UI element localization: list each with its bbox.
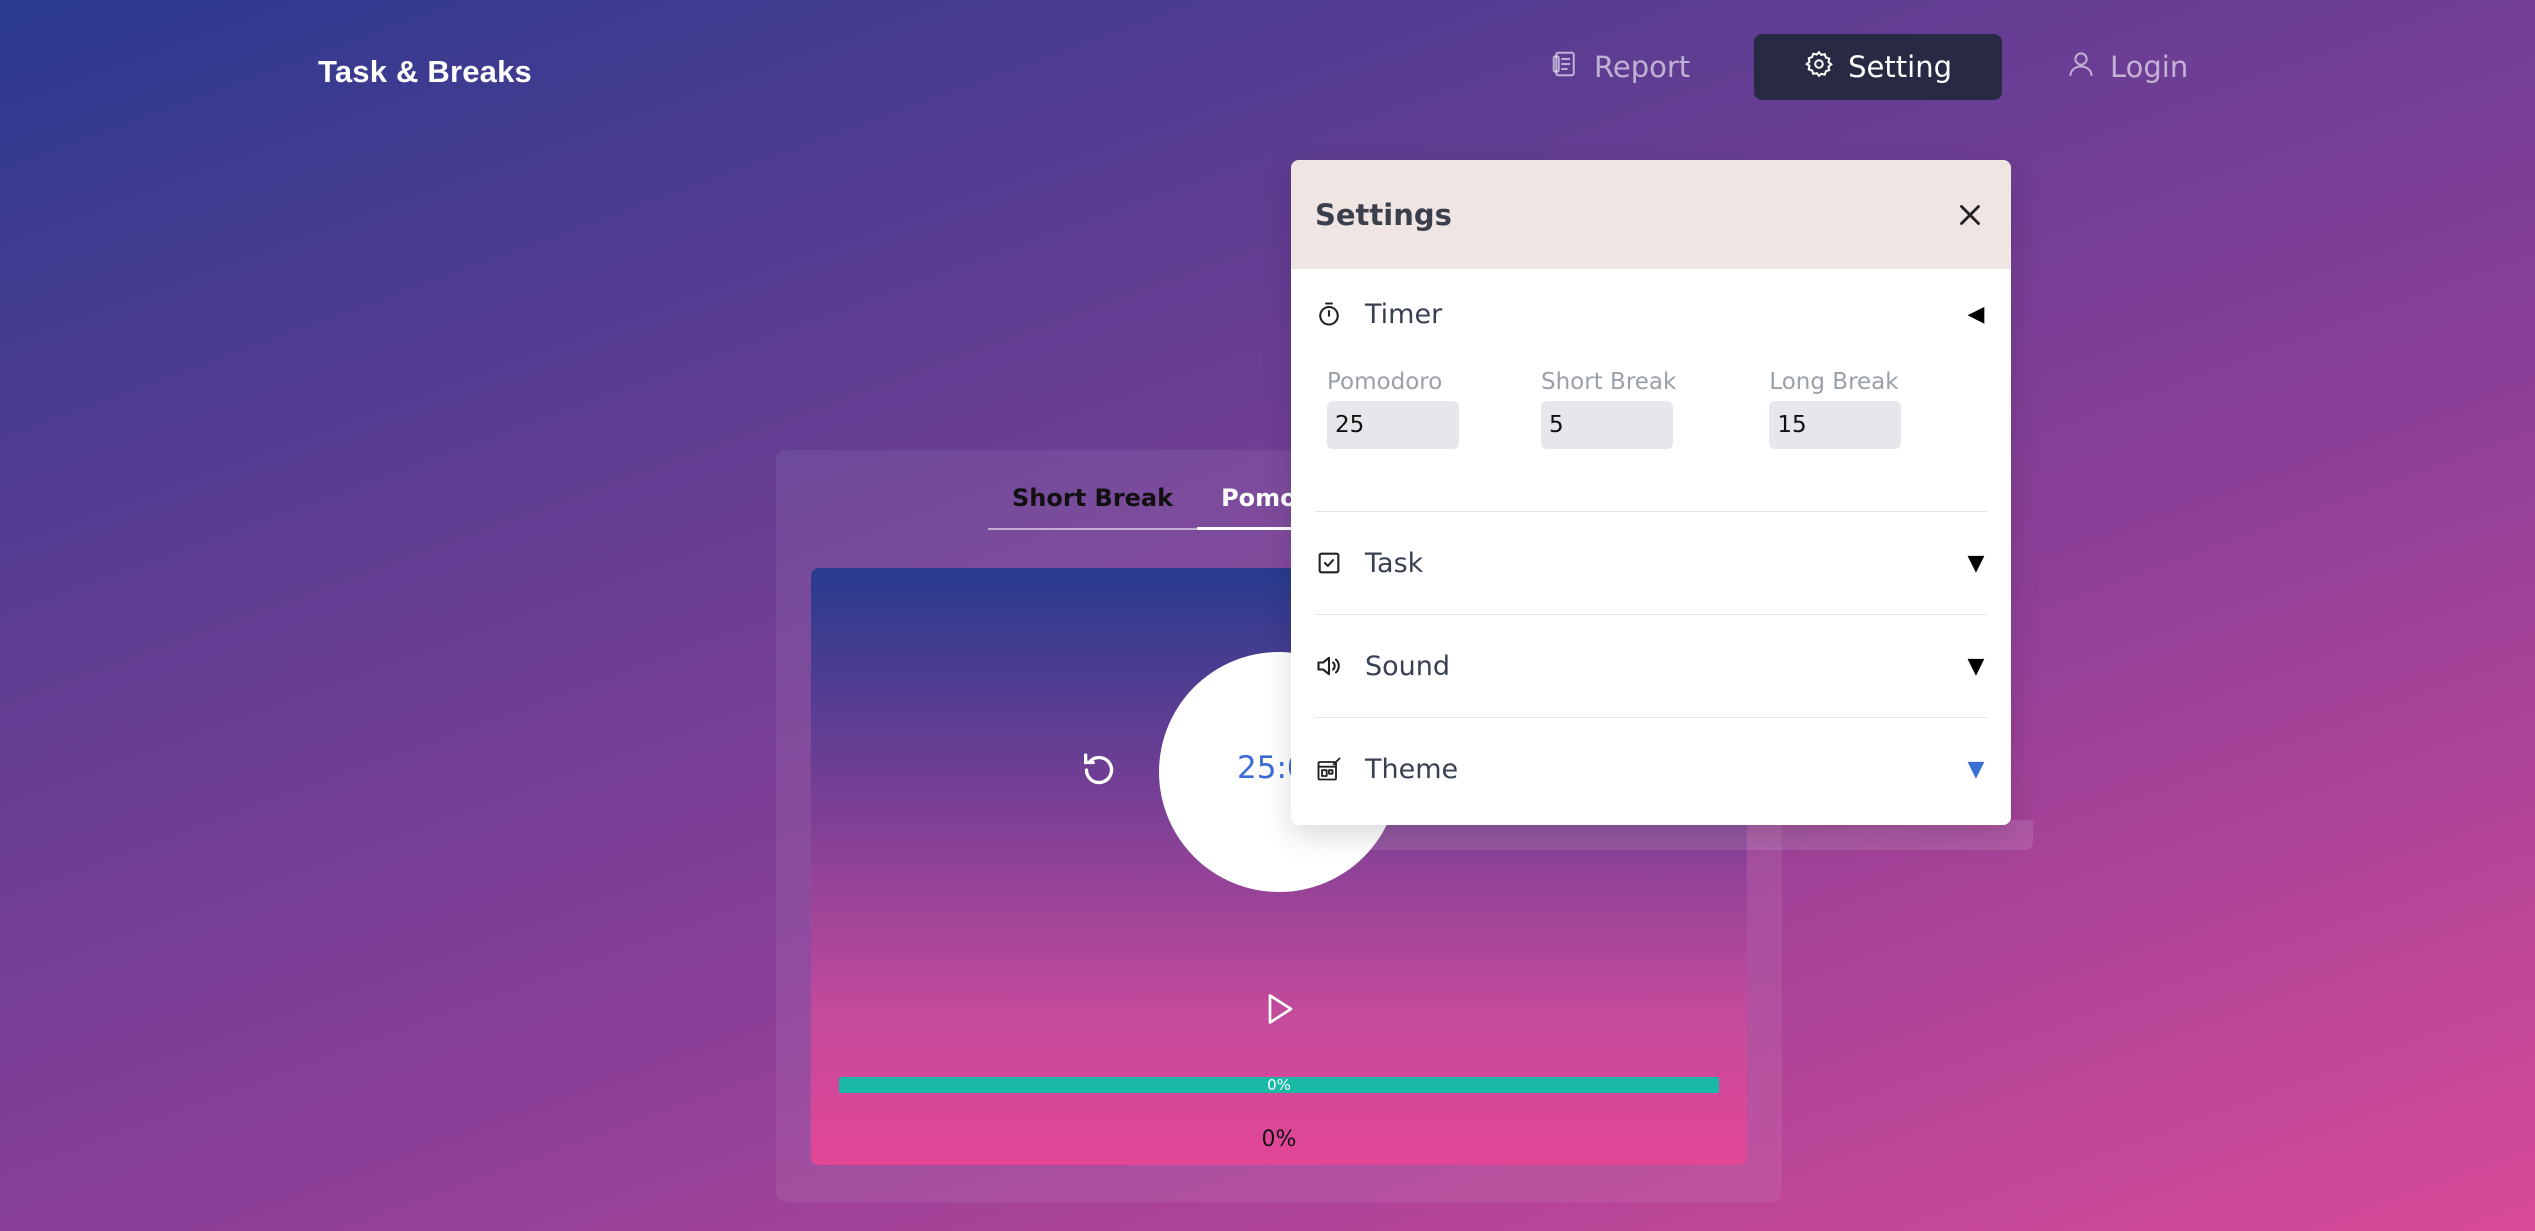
settings-modal-header: Settings: [1291, 160, 2011, 269]
section-task-title: Task: [1365, 547, 1424, 579]
section-timer-title: Timer: [1365, 298, 1443, 330]
palette-icon: [1317, 757, 1341, 781]
long-break-input[interactable]: [1769, 401, 1902, 449]
nav-report[interactable]: Report: [1500, 34, 1740, 100]
progress-percent: 0%: [1261, 1127, 1297, 1152]
long-break-field: Long Break: [1769, 369, 1902, 449]
close-icon: [1960, 204, 1980, 225]
progress-bar: 0%: [839, 1077, 1719, 1093]
speaker-icon: [1317, 656, 1340, 676]
section-task-toggle[interactable]: Task ▼: [1315, 512, 1987, 614]
checkbox-icon: [1318, 552, 1340, 574]
section-theme-title: Theme: [1365, 753, 1459, 785]
timer-fields: Pomodoro Short Break Long Break: [1315, 359, 1987, 511]
play-button[interactable]: [1261, 990, 1297, 1028]
section-theme-toggle[interactable]: Theme ▼: [1315, 718, 1987, 820]
play-icon: [1268, 994, 1293, 1024]
section-sound-title: Sound: [1365, 650, 1451, 682]
reset-button[interactable]: [1079, 750, 1119, 790]
section-task: Task ▼: [1315, 512, 1987, 615]
long-break-label: Long Break: [1769, 369, 1899, 395]
nav-login-label: Login: [2109, 50, 2189, 84]
nav-setting-label: Setting: [1848, 50, 1952, 84]
nav-setting[interactable]: Setting: [1754, 34, 2002, 100]
section-theme: Theme ▼: [1315, 718, 1987, 820]
gear-icon: [1804, 49, 1834, 86]
close-button[interactable]: [1953, 198, 1987, 232]
top-nav: Report Setting Login: [1500, 34, 2238, 100]
progress-bar-label: 0%: [1267, 1076, 1291, 1094]
pomodoro-input[interactable]: [1327, 401, 1459, 449]
section-timer-toggle[interactable]: Timer ◀: [1315, 269, 1987, 359]
tab-short-break[interactable]: Short Break: [988, 468, 1198, 530]
settings-modal: Settings Timer ◀ Pomodoro Short: [1291, 160, 2011, 825]
pomodoro-label: Pomodoro: [1327, 369, 1443, 395]
section-timer: Timer ◀ Pomodoro Short Break Long Break: [1315, 269, 1987, 512]
section-sound: Sound ▼: [1315, 615, 1987, 718]
report-icon: [1550, 49, 1580, 86]
caret-down-icon: ▼: [1967, 653, 1985, 679]
caret-down-icon: ▼: [1967, 756, 1985, 782]
user-icon: [2066, 49, 2096, 86]
caret-left-icon: ◀: [1967, 301, 1985, 327]
nav-report-label: Report: [1594, 50, 1691, 84]
brand-logo[interactable]: Task & Breaks: [318, 54, 532, 90]
section-sound-toggle[interactable]: Sound ▼: [1315, 615, 1987, 717]
reset-icon: [1084, 753, 1114, 785]
settings-modal-title: Settings: [1315, 197, 1452, 232]
caret-down-icon: ▼: [1967, 550, 1985, 576]
short-break-input[interactable]: [1541, 401, 1673, 449]
pomodoro-field: Pomodoro: [1327, 369, 1459, 449]
nav-login[interactable]: Login: [2016, 34, 2238, 100]
short-break-field: Short Break: [1541, 369, 1676, 449]
modal-underlay: [1268, 780, 1292, 850]
stopwatch-icon: [1319, 302, 1339, 326]
short-break-label: Short Break: [1541, 369, 1677, 395]
